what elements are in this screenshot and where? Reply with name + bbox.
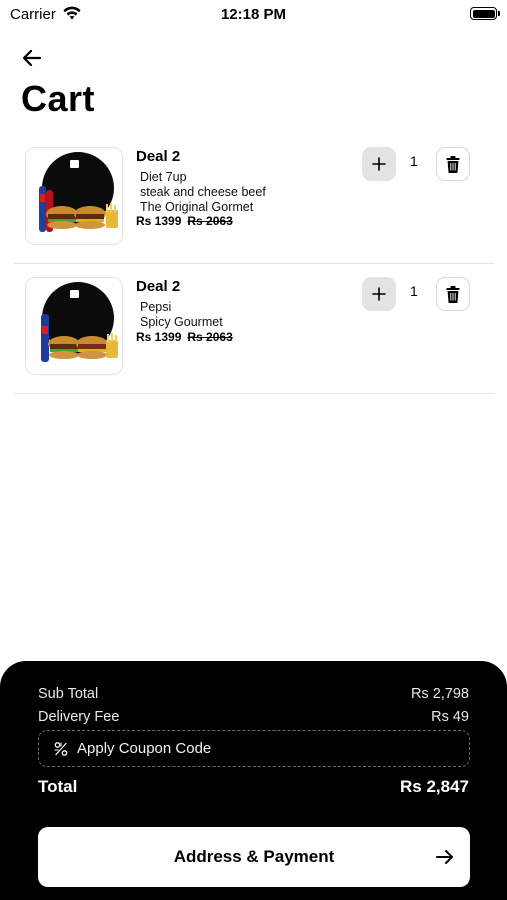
- item-original-price: Rs 2063: [187, 214, 233, 228]
- item-prices: Rs 1399 Rs 2063: [136, 330, 233, 344]
- status-bar: Carrier 12:18 PM: [0, 0, 507, 30]
- cart-item: Deal 2 Pepsi Spicy Gourmet Rs 1399 Rs 206…: [14, 270, 494, 394]
- trash-icon: [446, 285, 460, 303]
- item-price: Rs 1399: [136, 214, 182, 228]
- arrow-right-icon: [436, 850, 453, 864]
- item-options: Diet 7up steak and cheese beef The Origi…: [140, 170, 266, 215]
- item-quantity: 1: [410, 283, 418, 299]
- total-value: Rs 2,847: [400, 777, 469, 796]
- item-original-price: Rs 2063: [187, 330, 233, 344]
- item-prices: Rs 1399 Rs 2063: [136, 214, 233, 228]
- back-button[interactable]: [20, 46, 44, 70]
- order-summary-panel: Sub Total Rs 2,798 Delivery Fee Rs 49 Ap…: [0, 661, 507, 900]
- address-payment-button[interactable]: Address & Payment: [38, 827, 470, 887]
- delete-item-button[interactable]: [436, 277, 470, 311]
- delivery-fee-value: Rs 49: [431, 709, 469, 725]
- item-option: Spicy Gourmet: [140, 315, 223, 329]
- item-option: The Original Gormet: [140, 200, 254, 214]
- product-image: [25, 147, 123, 245]
- page-title: Cart: [21, 78, 96, 119]
- product-image: [25, 277, 123, 375]
- clock: 12:18 PM: [220, 6, 287, 23]
- item-price: Rs 1399: [136, 330, 182, 344]
- delivery-fee-label: Delivery Fee: [38, 709, 120, 725]
- item-option: Diet 7up: [140, 170, 187, 184]
- increase-quantity-button[interactable]: [362, 277, 396, 311]
- plus-icon: [372, 157, 386, 171]
- delete-item-button[interactable]: [436, 147, 470, 181]
- item-quantity: 1: [410, 153, 418, 169]
- plus-icon: [372, 287, 386, 301]
- item-option: steak and cheese beef: [140, 185, 266, 199]
- subtotal-value: Rs 2,798: [410, 686, 469, 702]
- cart-item: Deal 2 Diet 7up steak and cheese beef Th…: [14, 140, 494, 264]
- subtotal-label: Sub Total: [38, 686, 99, 702]
- arrow-left-icon: [22, 49, 42, 67]
- total-label: Total: [38, 777, 78, 796]
- apply-coupon-label: Apply Coupon Code: [77, 740, 212, 757]
- apply-coupon-button[interactable]: Apply Coupon Code: [38, 730, 470, 767]
- trash-icon: [446, 155, 460, 173]
- increase-quantity-button[interactable]: [362, 147, 396, 181]
- coupon-icon: [54, 741, 68, 756]
- delivery-fee-row: Delivery Fee Rs 49: [38, 709, 469, 725]
- item-name: Deal 2: [136, 278, 181, 295]
- subtotal-row: Sub Total Rs 2,798: [38, 686, 469, 702]
- address-payment-label: Address & Payment: [173, 847, 335, 866]
- battery-icon: [470, 7, 500, 20]
- item-option: Pepsi: [140, 300, 172, 314]
- item-name: Deal 2: [136, 148, 181, 165]
- total-row: Total Rs 2,847: [38, 777, 469, 797]
- item-options: Pepsi Spicy Gourmet: [140, 300, 223, 330]
